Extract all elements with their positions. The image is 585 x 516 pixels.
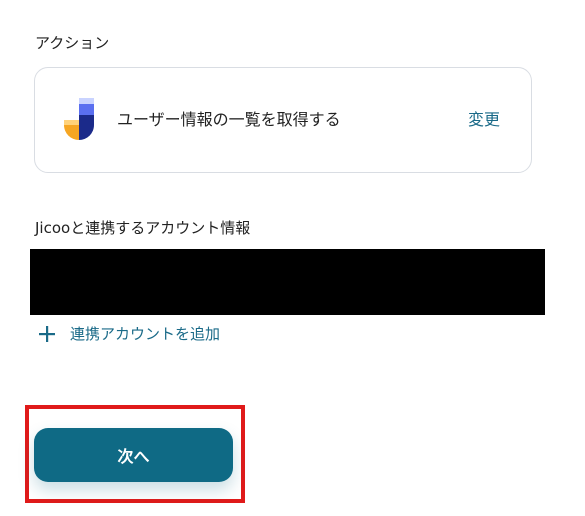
add-linked-account-label: 連携アカウントを追加 <box>70 325 221 343</box>
linked-account-select[interactable] <box>30 249 545 315</box>
jicoo-logo-icon <box>61 98 97 144</box>
account-section-label: Jicooと連携するアカウント情報 <box>35 219 251 237</box>
plus-icon <box>38 325 56 343</box>
action-description: ユーザー情報の一覧を取得する <box>117 110 341 129</box>
action-card: ユーザー情報の一覧を取得する 変更 <box>34 67 532 173</box>
action-section-label: アクション <box>35 34 110 52</box>
change-action-link[interactable]: 変更 <box>468 109 500 131</box>
next-button[interactable]: 次へ <box>34 428 233 482</box>
add-linked-account-button[interactable]: 連携アカウントを追加 <box>38 322 220 346</box>
